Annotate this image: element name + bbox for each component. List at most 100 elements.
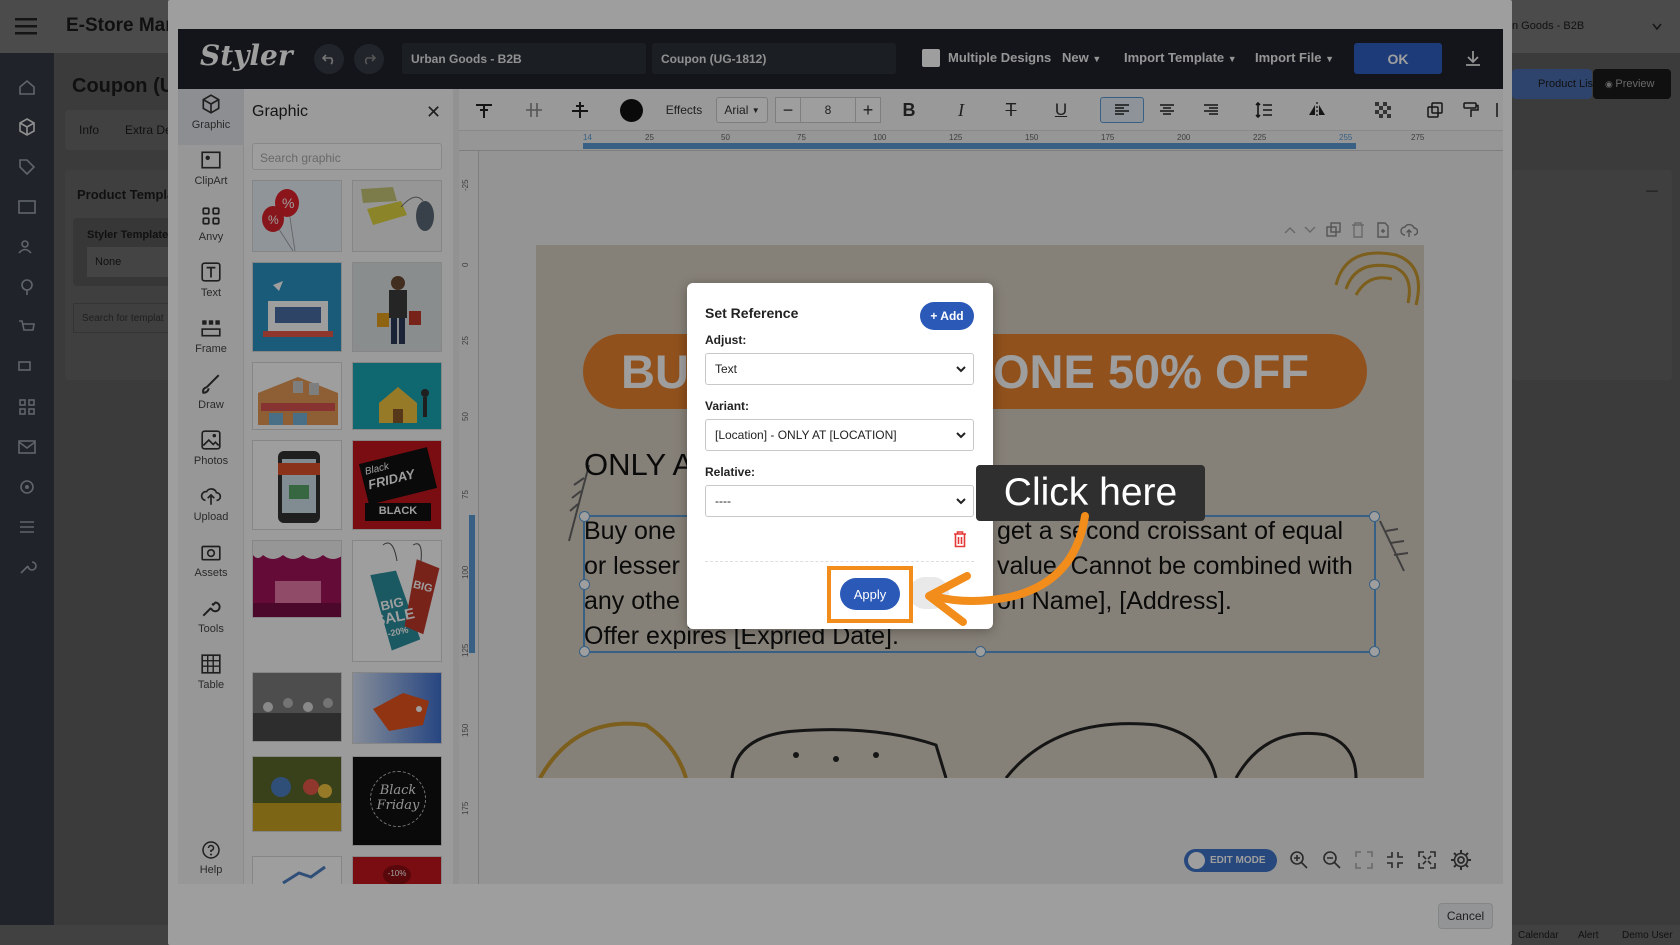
fullscreen-button[interactable]	[1418, 851, 1436, 869]
graphic-thumb-minus10[interactable]: -10%	[352, 856, 442, 884]
duplicate-button[interactable]	[1423, 97, 1447, 123]
graphic-thumb[interactable]	[352, 262, 442, 352]
tool-table[interactable]: Table	[178, 649, 244, 705]
graphic-thumb[interactable]	[252, 262, 342, 352]
more-button[interactable]	[1493, 97, 1501, 123]
graphic-thumb[interactable]	[252, 540, 342, 618]
align-left-button[interactable]	[1100, 97, 1144, 123]
undo-button[interactable]	[314, 44, 344, 74]
collapse-icon[interactable]: —	[1646, 183, 1658, 197]
preview-button[interactable]: ◉ Preview	[1593, 69, 1671, 99]
line-height-button[interactable]	[1252, 97, 1276, 123]
resize-handle[interactable]	[579, 511, 590, 522]
tag-icon[interactable]	[17, 157, 37, 177]
import-file-menu[interactable]: Import File ▼	[1255, 50, 1334, 65]
import-template-menu[interactable]: Import Template ▼	[1124, 50, 1237, 65]
font-size-decrease[interactable]: −	[775, 97, 801, 123]
footer-alert[interactable]: Alert	[1578, 930, 1599, 941]
tool-text[interactable]: Text	[178, 257, 244, 313]
chevron-up-icon[interactable]	[1284, 226, 1296, 234]
transparency-button[interactable]	[1371, 97, 1395, 123]
graphic-thumb[interactable]	[352, 180, 442, 252]
graphic-thumb[interactable]	[252, 672, 342, 742]
zoom-in-button[interactable]	[1289, 850, 1309, 870]
hamburger-icon[interactable]	[15, 17, 37, 35]
store-select[interactable]: n Goods - B2B	[1512, 20, 1584, 32]
resize-handle[interactable]	[975, 646, 986, 657]
footer-user[interactable]: Demo User	[1622, 930, 1673, 941]
multiple-designs-checkbox[interactable]	[922, 49, 940, 67]
actual-size-button[interactable]	[1386, 851, 1404, 869]
add-page-icon[interactable]	[1376, 222, 1390, 238]
cancel-button[interactable]: Cancel	[1438, 903, 1493, 929]
align-center-button[interactable]	[1145, 97, 1189, 123]
tool-tools[interactable]: Tools	[178, 593, 244, 649]
users-icon[interactable]	[17, 237, 37, 257]
graphic-thumb[interactable]	[252, 362, 342, 430]
cloud-upload-icon[interactable]	[1400, 222, 1418, 238]
variant-select[interactable]: [Location] - ONLY AT [LOCATION]	[705, 419, 974, 451]
graphic-thumb-black-friday[interactable]: Black FRIDAY BLACK	[352, 440, 442, 530]
align-middle-button[interactable]	[523, 97, 545, 123]
tool-draw[interactable]: Draw	[178, 369, 244, 425]
graphic-search-input[interactable]: Search graphic	[252, 143, 442, 170]
graphic-thumb[interactable]: %%	[252, 180, 342, 252]
store-field[interactable]: Urban Goods - B2B	[402, 43, 646, 74]
wrench-icon[interactable]	[17, 557, 37, 577]
tab-extra-details[interactable]: Extra De	[125, 123, 172, 137]
tool-assets[interactable]: Assets	[178, 537, 244, 593]
bold-button[interactable]: B	[897, 97, 921, 123]
chevron-down-icon[interactable]	[1304, 226, 1316, 234]
resize-handle[interactable]	[579, 579, 590, 590]
font-size-increase[interactable]: +	[855, 97, 881, 123]
graphic-thumb[interactable]	[252, 856, 342, 884]
strikethrough-button[interactable]: T	[999, 97, 1023, 123]
fit-screen-button[interactable]	[1355, 851, 1373, 869]
ok-button[interactable]: OK	[1354, 43, 1442, 74]
sliders-icon[interactable]	[17, 517, 37, 537]
edit-mode-toggle[interactable]: EDIT MODE	[1184, 849, 1277, 872]
resize-handle[interactable]	[1369, 511, 1380, 522]
add-reference-button[interactable]: + Add	[920, 302, 974, 330]
graphic-thumb[interactable]	[352, 362, 442, 430]
cart-icon[interactable]	[17, 317, 37, 337]
coupon-field[interactable]: Coupon (UG-1812)	[652, 43, 896, 74]
tool-upload[interactable]: Upload	[178, 481, 244, 537]
new-menu[interactable]: New ▼	[1062, 50, 1101, 65]
align-top-button[interactable]	[473, 97, 495, 123]
graphic-thumb[interactable]	[352, 672, 442, 744]
font-size-input[interactable]: 8	[801, 97, 855, 123]
resize-handle[interactable]	[1369, 646, 1380, 657]
home-icon[interactable]	[17, 77, 37, 97]
tool-clipart[interactable]: ClipArt	[178, 145, 244, 201]
text-color-button[interactable]	[619, 97, 643, 123]
settings-icon[interactable]	[17, 477, 37, 497]
truck-icon[interactable]	[17, 357, 37, 377]
tab-info[interactable]: Info	[79, 123, 99, 137]
footer-calendar[interactable]: Calendar	[1518, 930, 1559, 941]
underline-button[interactable]: U	[1049, 97, 1073, 123]
flip-button[interactable]	[1305, 97, 1329, 123]
close-icon[interactable]: ✕	[426, 102, 441, 123]
effects-button[interactable]: Effects	[659, 97, 709, 123]
italic-button[interactable]: I	[949, 97, 973, 123]
tool-help[interactable]: Help	[178, 836, 244, 892]
tool-anvy[interactable]: Anvy	[178, 201, 244, 257]
tool-graphic[interactable]: Graphic	[178, 89, 244, 145]
trash-icon[interactable]	[1351, 222, 1365, 238]
align-bottom-button[interactable]	[569, 97, 591, 123]
canvas-settings-button[interactable]	[1450, 849, 1472, 871]
product-list-button[interactable]: Product List	[1512, 69, 1596, 99]
image-icon[interactable]	[17, 197, 37, 217]
zoom-out-button[interactable]	[1322, 850, 1342, 870]
redo-button[interactable]	[354, 44, 384, 74]
graphic-thumb[interactable]	[252, 440, 342, 530]
tool-photos[interactable]: Photos	[178, 425, 244, 481]
copy-icon[interactable]	[1326, 222, 1342, 238]
adjust-select[interactable]: Text	[705, 353, 974, 385]
cube-icon[interactable]	[17, 117, 37, 137]
location-icon[interactable]	[17, 277, 37, 297]
apps-icon[interactable]	[17, 397, 37, 417]
download-icon[interactable]	[1464, 49, 1482, 67]
graphic-thumb-black-friday-round[interactable]: Black Friday	[352, 756, 442, 846]
